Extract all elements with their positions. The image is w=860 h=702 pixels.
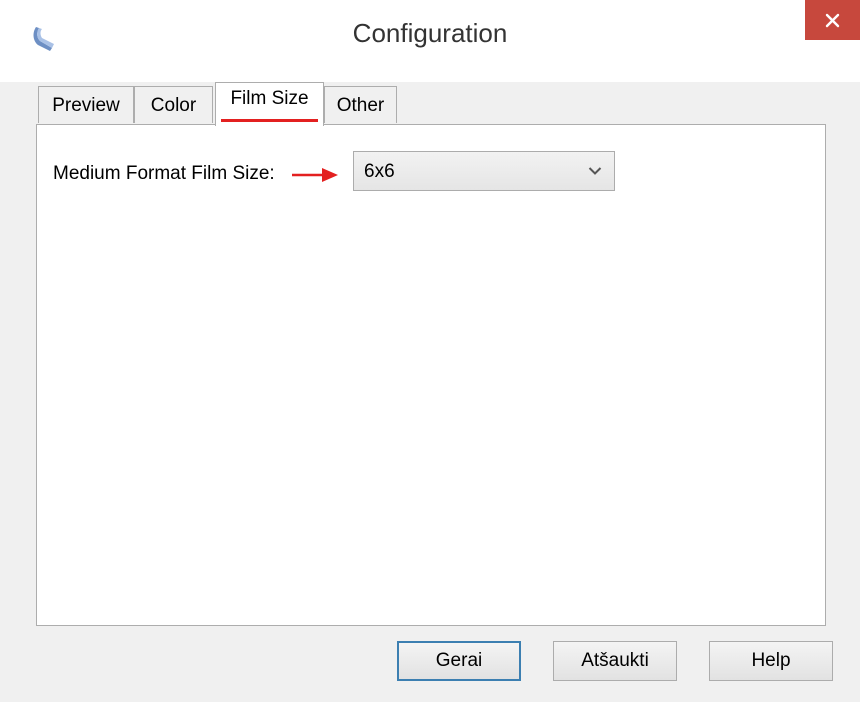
film-size-panel: Medium Format Film Size: 6x6 [36,124,826,626]
close-icon [825,13,840,28]
tab-label: Preview [52,95,120,116]
tab-film-size[interactable]: Film Size [215,82,324,126]
ok-button[interactable]: Gerai [397,641,521,681]
film-size-dropdown[interactable]: 6x6 [353,151,615,191]
help-button[interactable]: Help [709,641,833,681]
chevron-down-icon [588,167,602,175]
window-title: Configuration [352,18,508,48]
film-size-selected-value: 6x6 [364,161,395,182]
active-tab-indicator [221,119,318,122]
tab-label: Film Size [230,88,309,109]
film-size-label: Medium Format Film Size: [53,163,275,184]
arrow-right-icon [292,168,338,182]
close-button[interactable] [805,0,860,40]
tab-label: Color [150,95,197,116]
cancel-button[interactable]: Atšaukti [553,641,677,681]
tab-label: Other [336,95,385,116]
configuration-dialog: Configuration Preview Color Film Size Ot… [0,0,860,702]
tab-color[interactable]: Color [134,86,213,123]
tab-other[interactable]: Other [324,86,397,123]
title-bar: Configuration [0,0,860,82]
tab-preview[interactable]: Preview [38,86,134,123]
